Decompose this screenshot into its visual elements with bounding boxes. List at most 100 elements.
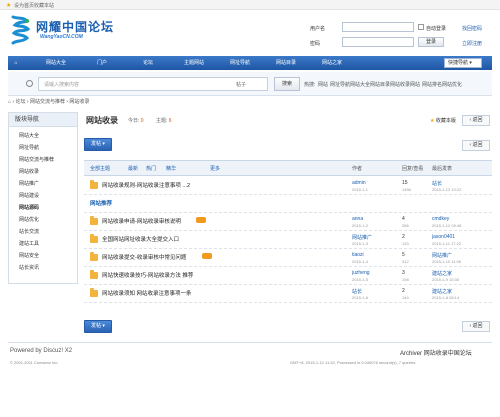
login-button[interactable]: 登录 <box>418 37 444 47</box>
search-input[interactable]: 请输入搜索内容 <box>38 77 268 91</box>
hot-keyword[interactable]: 网站优化 <box>442 81 462 88</box>
breadcrumb-item[interactable]: 网站收录 <box>69 99 89 105</box>
quick-nav-select[interactable]: 快捷导航 ▾ <box>444 58 482 68</box>
auto-login-checkbox[interactable] <box>418 24 424 30</box>
thread-title[interactable]: 网站收录申请-网站收录审核说明 <box>102 217 181 225</box>
thread-author[interactable]: tiaozi <box>352 252 364 258</box>
thread-title[interactable]: 网站收录提交-收录审核中常见问题 <box>102 253 186 261</box>
filter-digest[interactable]: 精华 <box>166 165 176 172</box>
nav-item[interactable]: 论坛 <box>128 56 168 70</box>
favorite-forum-link[interactable]: ★ 收藏本版 <box>430 117 456 124</box>
thread-title[interactable]: 网站快速收录技巧-网站收录方法 推荐 <box>102 271 193 279</box>
thread-author[interactable]: juzheng <box>352 270 370 276</box>
chevron-left-icon: ‹ <box>469 117 472 123</box>
view-count: 312 <box>402 259 409 264</box>
table-row[interactable]: 全国网站网址收录大全提交入口 网站推广 2015-1-3 2 133 jason0401 2… <box>84 232 492 249</box>
thread-title[interactable]: 全国网站网址收录大全提交入口 <box>102 235 179 243</box>
forum-header: 网站收录 今日: 0 主题: 6 ★ 收藏本版 ‹ 返回 <box>84 112 492 130</box>
sidebar-title: 版块导航 <box>9 113 77 127</box>
hot-keyword[interactable]: 网站收录 <box>390 81 410 88</box>
archiver-link[interactable]: Archiver <box>400 351 422 357</box>
last-post-date: 2015-1-12 09:48 <box>432 223 462 228</box>
thread-title[interactable]: 网站收录须知 网站收录注意事项一条 <box>102 289 192 297</box>
sidebar-item[interactable]: 网站大全 <box>13 131 75 142</box>
footer-divider <box>8 342 492 343</box>
table-row[interactable]: 网站收录提交-收录审核中常见问题 tiaozi 2015-1-4 5 312 网站推广 20… <box>84 250 492 267</box>
sidebar-item[interactable]: 网址导航 <box>13 143 75 154</box>
sidebar-item[interactable]: 网站建设 <box>13 191 75 202</box>
last-poster[interactable]: jason0401 <box>432 234 455 240</box>
page-back-button-bottom[interactable]: ‹ 返回 <box>462 321 490 332</box>
search-button[interactable]: 搜索 <box>274 77 300 91</box>
username-input[interactable] <box>342 22 414 32</box>
logo-icon[interactable] <box>10 15 32 45</box>
main-nav: ⌂ 网站大全 门户 论坛 主题网站 网址导航 网站目录 网站之家 快捷导航 ▾ <box>8 56 492 70</box>
table-row[interactable]: 网站快速收录技巧-网站收录方法 推荐 juzheng 2015-1-5 3 198 建站之… <box>84 268 492 285</box>
topic-count: 主题: 6 <box>156 118 172 124</box>
site-link[interactable]: 网站收录中国论坛 <box>424 351 472 357</box>
nav-item[interactable]: 网站目录 <box>266 56 306 70</box>
sidebar-item-active[interactable]: 网站源码 <box>13 203 75 214</box>
register-link[interactable]: 立即注册 <box>462 40 482 47</box>
powered-by[interactable]: Powered by Discuz! X2 <box>10 348 72 354</box>
thread-title[interactable]: 网站收录规则-网站收录注意事项 ...2 <box>102 181 190 189</box>
hot-keyword[interactable]: 网站目录 <box>370 81 390 88</box>
sidebar-item[interactable]: 建站工具 <box>13 239 75 250</box>
reply-count: 15 <box>402 180 408 186</box>
filter-more[interactable]: 更多 <box>210 165 220 172</box>
filter-all[interactable]: 全部主题 <box>90 165 110 172</box>
table-row[interactable]: 网站收录申请-网站收录审核说明 anna 2015-1-2 4 286 cmdkey 201… <box>84 214 492 231</box>
table-row[interactable]: 网站收录须知 网站收录注意事项一条 站长 2015-1-6 2 144 建站之家 2015-… <box>84 286 492 303</box>
thread-author[interactable]: admin <box>352 180 366 186</box>
filter-newest[interactable]: 最新 <box>128 165 138 172</box>
hot-keyword[interactable]: 网站 <box>318 81 328 88</box>
sidebar-item[interactable]: 网站交流与推荐 <box>13 155 75 166</box>
thread-date: 2015-1-6 <box>352 295 369 300</box>
thread-section-row[interactable]: 网站推荐 <box>84 196 492 213</box>
last-poster[interactable]: 网站推广 <box>432 252 452 259</box>
nav-item[interactable]: 网址导航 <box>220 56 260 70</box>
breadcrumb-item[interactable]: 论坛 <box>15 99 25 105</box>
nav-item[interactable]: 网站大全 <box>36 56 76 70</box>
site-title[interactable]: 网耀中国论坛 <box>36 18 114 35</box>
forgot-password-link[interactable]: 找回密码 <box>462 25 482 32</box>
last-poster[interactable]: cmdkey <box>432 216 449 222</box>
new-badge-icon <box>202 253 212 259</box>
last-post-column-header: 最后发表 <box>432 166 453 172</box>
last-poster[interactable]: 建站之家 <box>432 288 452 295</box>
password-input[interactable] <box>342 37 414 47</box>
hot-keyword[interactable]: 网站 <box>410 81 420 88</box>
view-count: 144 <box>402 295 409 300</box>
filter-hot[interactable]: 热门 <box>146 165 156 172</box>
thread-title[interactable]: 网站推荐 <box>90 199 112 207</box>
chevron-left-icon: ‹ <box>469 323 472 329</box>
home-icon[interactable]: ⌂ <box>8 99 11 105</box>
sidebar-item[interactable]: 网站优化 <box>13 215 75 226</box>
nav-item[interactable]: 门户 <box>82 56 122 70</box>
last-poster[interactable]: 站长 <box>432 180 442 187</box>
sidebar-item[interactable]: 网站收录 <box>13 167 75 178</box>
home-icon[interactable]: ⌂ <box>10 56 22 70</box>
back-button[interactable]: ‹ 返回 <box>462 115 490 126</box>
hot-keyword[interactable]: 网站大全 <box>350 81 370 88</box>
bookmark-link[interactable]: 收藏本站 <box>34 2 54 9</box>
breadcrumb-item[interactable]: 网站交流与推荐 <box>30 99 65 105</box>
page-back-button[interactable]: ‹ 返回 <box>462 140 490 151</box>
hot-keyword[interactable]: 网址导航 <box>330 81 350 88</box>
sidebar-item[interactable]: 站长交流 <box>13 227 75 238</box>
hot-keyword[interactable]: 网站排名 <box>422 81 442 88</box>
new-post-button[interactable]: 发帖 ▾ <box>84 138 112 151</box>
search-scope-select[interactable]: 帖子 <box>236 81 246 88</box>
sidebar-item[interactable]: 站长资讯 <box>13 263 75 274</box>
sidebar-item[interactable]: 网站安全 <box>13 251 75 262</box>
new-post-button-bottom[interactable]: 发帖 ▾ <box>84 320 112 333</box>
nav-item[interactable]: 主题网站 <box>174 56 214 70</box>
last-poster[interactable]: 建站之家 <box>432 270 452 277</box>
table-row[interactable]: 网站收录规则-网站收录注意事项 ...2 admin 2015-1-1 15 1456 站… <box>84 178 492 195</box>
nav-item[interactable]: 网站之家 <box>312 56 352 70</box>
thread-author[interactable]: anna <box>352 216 363 222</box>
set-homepage-link[interactable]: 设为首页 <box>14 2 34 9</box>
thread-author[interactable]: 网站推广 <box>352 234 372 241</box>
sidebar-item[interactable]: 网站推广 <box>13 179 75 190</box>
thread-author[interactable]: 站长 <box>352 288 362 295</box>
